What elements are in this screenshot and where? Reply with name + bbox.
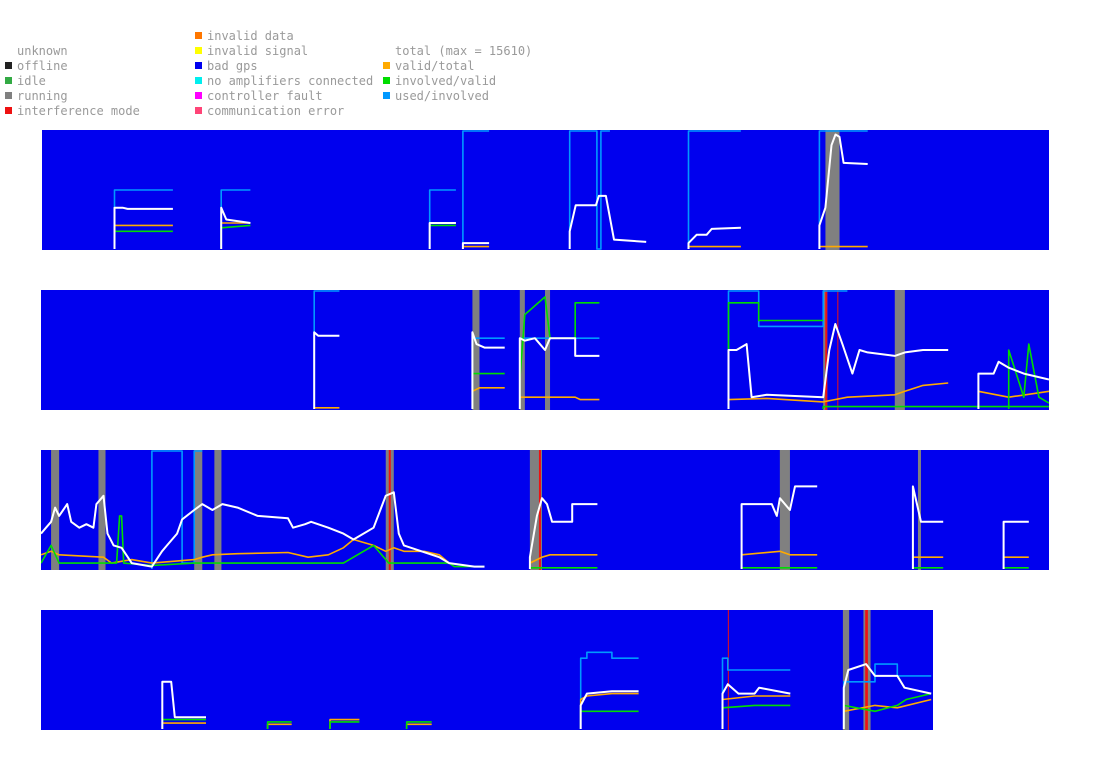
legend-label: unknown — [17, 44, 68, 58]
legend-item-error: no amplifiers connected — [195, 74, 373, 89]
legend-label: invalid signal — [207, 44, 309, 58]
chart-strip — [42, 130, 1049, 250]
legend-item-error: communication error — [195, 104, 344, 119]
legend-swatch — [195, 92, 202, 99]
legend-label: bad gps — [207, 59, 258, 73]
legend-label: no amplifiers connected — [207, 74, 374, 88]
legend-swatch — [383, 62, 390, 69]
legend-swatch — [195, 107, 202, 114]
chart-strip — [41, 450, 1049, 570]
legend-swatch — [195, 62, 202, 69]
interference-band — [837, 290, 839, 410]
legend-label: invalid data — [207, 29, 294, 43]
legend-item-ratio: involved/valid — [383, 74, 496, 89]
legend-label: controller fault — [207, 89, 323, 103]
legend-swatch — [383, 77, 390, 84]
legend-item-status: unknown — [5, 44, 68, 59]
interference-band — [388, 450, 391, 570]
legend-item-status: idle — [5, 74, 46, 89]
legend: unknown offline idle running interferenc… — [0, 0, 1095, 125]
legend-item-error: invalid data — [195, 29, 294, 44]
legend-item-status: interference mode — [5, 104, 140, 119]
legend-label: interference mode — [17, 104, 140, 118]
legend-swatch — [195, 32, 202, 39]
legend-swatch — [5, 47, 12, 54]
legend-item-status: offline — [5, 59, 68, 74]
legend-item-error: invalid signal — [195, 44, 308, 59]
legend-item-error: controller fault — [195, 89, 323, 104]
legend-label: offline — [17, 59, 68, 73]
legend-item-ratio: total (max = 15610) — [383, 44, 532, 59]
legend-label: idle — [17, 74, 46, 88]
legend-swatch — [5, 107, 12, 114]
legend-item-ratio: used/involved — [383, 89, 489, 104]
legend-swatch — [5, 62, 12, 69]
legend-label: valid/total — [395, 59, 475, 73]
legend-item-error: bad gps — [195, 59, 258, 74]
strip-background — [42, 130, 1049, 250]
legend-label: running — [17, 89, 68, 103]
legend-label: total (max = 15610) — [395, 44, 533, 58]
legend-swatch — [383, 47, 390, 54]
interference-band — [825, 290, 828, 410]
legend-swatch — [195, 47, 202, 54]
legend-item-status: running — [5, 89, 68, 104]
chart-strip — [41, 290, 1049, 410]
legend-item-ratio: valid/total — [383, 59, 474, 74]
legend-label: used/involved — [395, 89, 489, 103]
chart-strip — [41, 610, 933, 730]
running-band — [472, 290, 480, 410]
legend-swatch — [5, 77, 12, 84]
legend-swatch — [5, 92, 12, 99]
legend-label: communication error — [207, 104, 345, 118]
legend-swatch — [195, 77, 202, 84]
interference-band — [865, 610, 868, 730]
running-band — [214, 450, 222, 570]
legend-label: involved/valid — [395, 74, 497, 88]
legend-swatch — [383, 92, 390, 99]
strip-background — [41, 450, 1049, 570]
